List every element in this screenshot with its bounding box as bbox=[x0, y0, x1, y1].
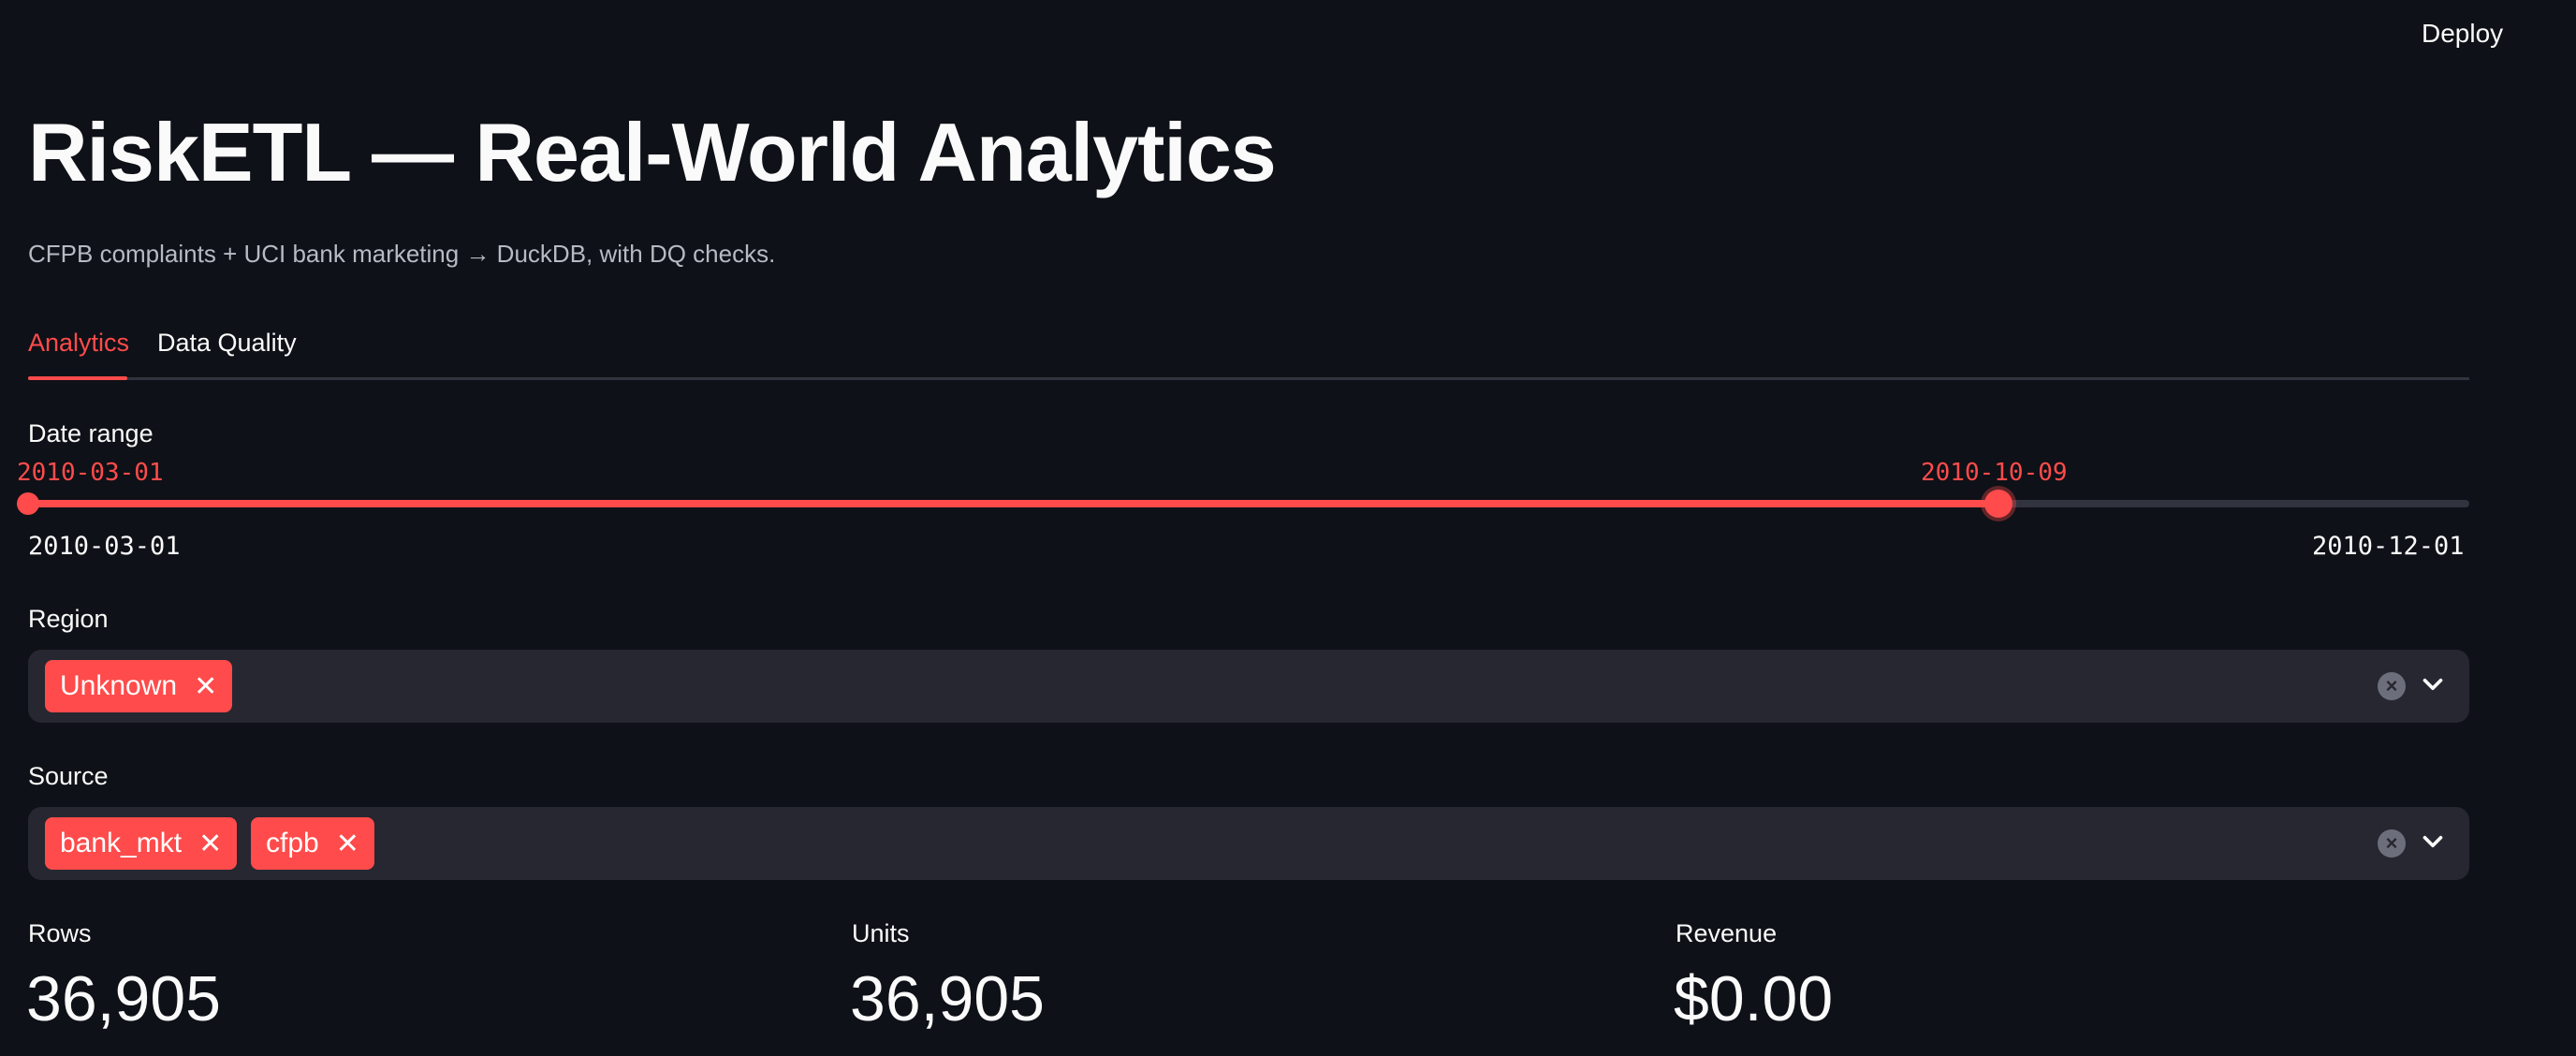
slider-end-handle[interactable] bbox=[1984, 490, 2012, 518]
region-multiselect[interactable]: Unknown ✕ × bbox=[28, 650, 2469, 723]
chevron-down-icon[interactable] bbox=[2417, 826, 2449, 858]
source-label: Source bbox=[28, 762, 109, 790]
page-title: RiskETL — Real-World Analytics bbox=[28, 106, 1277, 198]
metric-units-value: 36,905 bbox=[850, 963, 1045, 1034]
slider-start-value: 2010-03-01 bbox=[17, 459, 164, 487]
clear-circle-icon[interactable]: × bbox=[2378, 829, 2406, 858]
slider-selected-range bbox=[28, 500, 1998, 507]
chevron-down-icon[interactable] bbox=[2417, 668, 2449, 700]
close-icon[interactable]: ✕ bbox=[198, 828, 222, 860]
slider-end-value: 2010-10-09 bbox=[1921, 459, 2068, 487]
close-icon[interactable]: ✕ bbox=[336, 828, 359, 860]
tab-analytics[interactable]: Analytics bbox=[28, 324, 129, 361]
source-multiselect[interactable]: bank_mkt ✕ cfpb ✕ × bbox=[28, 807, 2469, 880]
tab-divider bbox=[28, 377, 2469, 380]
region-label: Region bbox=[28, 605, 109, 633]
page-subtitle: CFPB complaints + UCI bank marketing → D… bbox=[28, 240, 776, 268]
tab-bar: Analytics Data Quality bbox=[28, 324, 2469, 380]
chip-label: bank_mkt bbox=[60, 828, 183, 858]
active-tab-indicator bbox=[28, 376, 127, 380]
source-chip-bank-mkt: bank_mkt ✕ bbox=[45, 817, 238, 870]
metric-rows-value: 36,905 bbox=[26, 963, 221, 1034]
metric-units-label: Units bbox=[852, 919, 910, 947]
slider-start-handle[interactable] bbox=[17, 492, 39, 515]
region-chip-unknown: Unknown ✕ bbox=[45, 660, 233, 712]
metric-rows-label: Rows bbox=[28, 919, 92, 947]
deploy-button[interactable]: Deploy bbox=[2410, 15, 2514, 52]
chip-label: cfpb bbox=[266, 828, 319, 858]
date-range-label: Date range bbox=[28, 419, 154, 447]
tab-data-quality[interactable]: Data Quality bbox=[157, 324, 297, 361]
slider-max-label: 2010-12-01 bbox=[2312, 532, 2465, 561]
metric-revenue-label: Revenue bbox=[1676, 919, 1778, 947]
slider-min-label: 2010-03-01 bbox=[28, 532, 181, 561]
clear-circle-icon[interactable]: × bbox=[2378, 672, 2406, 700]
source-chip-cfpb: cfpb ✕ bbox=[251, 817, 374, 870]
metric-revenue-value: $0.00 bbox=[1674, 963, 1834, 1034]
close-icon[interactable]: ✕ bbox=[194, 670, 217, 703]
chip-label: Unknown bbox=[60, 670, 178, 701]
